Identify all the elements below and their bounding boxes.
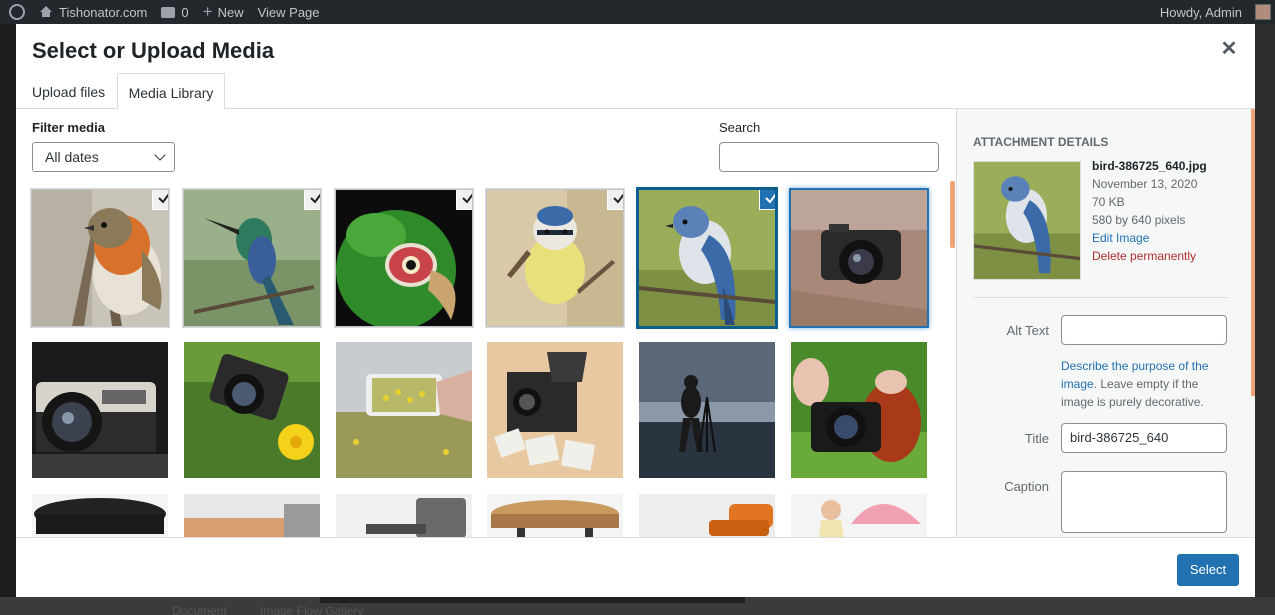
comments-link[interactable]: 0 bbox=[154, 0, 195, 24]
media-item-girl-camera[interactable] bbox=[791, 342, 927, 478]
divider bbox=[973, 297, 1228, 298]
avatar[interactable] bbox=[1255, 4, 1271, 20]
media-item-wood-stool[interactable] bbox=[487, 494, 623, 537]
alt-text-help: Describe the purpose of the image. Leave… bbox=[1061, 359, 1209, 409]
selected-check-icon[interactable] bbox=[304, 190, 320, 210]
account-menu[interactable]: Howdy, Admin bbox=[1153, 0, 1249, 24]
attachment-filesize: 70 KB bbox=[1092, 195, 1125, 209]
attachment-details-panel: Attachment Details bird-386725_640.jpg N… bbox=[956, 109, 1255, 537]
selected-check-icon[interactable] bbox=[607, 190, 623, 210]
title-input[interactable]: bird-386725_640 bbox=[1061, 423, 1227, 453]
media-item-camera-table[interactable] bbox=[791, 190, 927, 326]
document-tab-text: Document bbox=[172, 604, 227, 615]
media-modal: Select or Upload Media ✕ Upload files Me… bbox=[16, 24, 1255, 597]
modal-toolbar: Select bbox=[16, 537, 1255, 597]
media-item-orange-chair[interactable] bbox=[639, 494, 775, 537]
home-icon bbox=[39, 6, 53, 18]
tab-media-library[interactable]: Media Library bbox=[117, 73, 225, 110]
edit-image-link[interactable]: Edit Image bbox=[1092, 231, 1149, 245]
tab-upload-files[interactable]: Upload files bbox=[24, 73, 113, 109]
chevron-down-icon bbox=[154, 149, 166, 161]
comment-icon bbox=[161, 6, 176, 18]
page-backdrop-bottom: Document Image Flow Gallery bbox=[0, 597, 1275, 615]
grid-scrollbar[interactable] bbox=[950, 181, 955, 248]
media-item-umbrella-girl[interactable] bbox=[791, 494, 927, 537]
page-backdrop-right bbox=[1255, 24, 1275, 615]
wordpress-logo-icon[interactable] bbox=[0, 0, 32, 24]
selected-check-icon[interactable] bbox=[456, 190, 472, 210]
media-item-camera-grass[interactable] bbox=[184, 342, 320, 478]
media-item-vintage-camera[interactable] bbox=[32, 342, 168, 478]
media-item-bluejay[interactable] bbox=[639, 190, 775, 326]
new-content-link[interactable]: + New bbox=[196, 0, 251, 24]
media-item-hummingbird[interactable] bbox=[183, 189, 321, 327]
media-grid bbox=[16, 180, 956, 537]
attachment-dimensions: 580 by 640 pixels bbox=[1092, 213, 1186, 227]
media-item-phone-flowers[interactable] bbox=[336, 342, 472, 478]
alt-text-input[interactable] bbox=[1061, 315, 1227, 345]
delete-permanently-link[interactable]: Delete permanently bbox=[1092, 249, 1196, 263]
select-button[interactable]: Select bbox=[1177, 554, 1239, 586]
site-name-link[interactable]: Tishonator.com bbox=[32, 0, 154, 24]
caption-textarea[interactable] bbox=[1061, 471, 1227, 533]
media-tabs: Upload files Media Library bbox=[16, 73, 1255, 110]
search-label: Search bbox=[719, 120, 761, 135]
attachment-thumbnail bbox=[973, 161, 1081, 280]
close-icon[interactable]: ✕ bbox=[1218, 38, 1240, 60]
search-input[interactable] bbox=[719, 142, 939, 172]
admin-menu-backdrop bbox=[0, 24, 16, 615]
media-item-bluetit[interactable] bbox=[486, 189, 624, 327]
admin-bar: Tishonator.com 0 + New View Page Howdy, … bbox=[0, 0, 1275, 24]
plus-icon: + bbox=[202, 2, 213, 21]
media-item-old-camera-photos[interactable] bbox=[487, 342, 623, 478]
media-item-wood-chair[interactable] bbox=[184, 494, 320, 537]
details-scrollbar[interactable] bbox=[1251, 109, 1255, 396]
title-label: Title bbox=[1024, 431, 1049, 446]
date-filter-select[interactable]: All dates bbox=[32, 142, 175, 172]
alt-text-label: Alt Text bbox=[1006, 323, 1049, 338]
media-item-grey-chair[interactable] bbox=[336, 494, 472, 537]
attachment-filename: bird-386725_640.jpg bbox=[1092, 159, 1207, 173]
attachment-details-heading: Attachment Details bbox=[973, 135, 1109, 149]
modal-title: Select or Upload Media bbox=[32, 38, 275, 63]
media-item-parrot[interactable] bbox=[335, 189, 473, 327]
gallery-tab-text: Image Flow Gallery bbox=[260, 604, 364, 615]
caption-label: Caption bbox=[1004, 479, 1049, 494]
filter-media-label: Filter media bbox=[32, 120, 105, 135]
view-page-link[interactable]: View Page bbox=[251, 0, 327, 24]
media-item-table-black[interactable] bbox=[32, 494, 168, 537]
selected-check-icon[interactable] bbox=[759, 190, 775, 210]
attachment-date: November 13, 2020 bbox=[1092, 177, 1198, 191]
media-item-robin[interactable] bbox=[31, 189, 169, 327]
selected-check-icon[interactable] bbox=[152, 190, 168, 210]
media-item-photographer-beach[interactable] bbox=[639, 342, 775, 478]
